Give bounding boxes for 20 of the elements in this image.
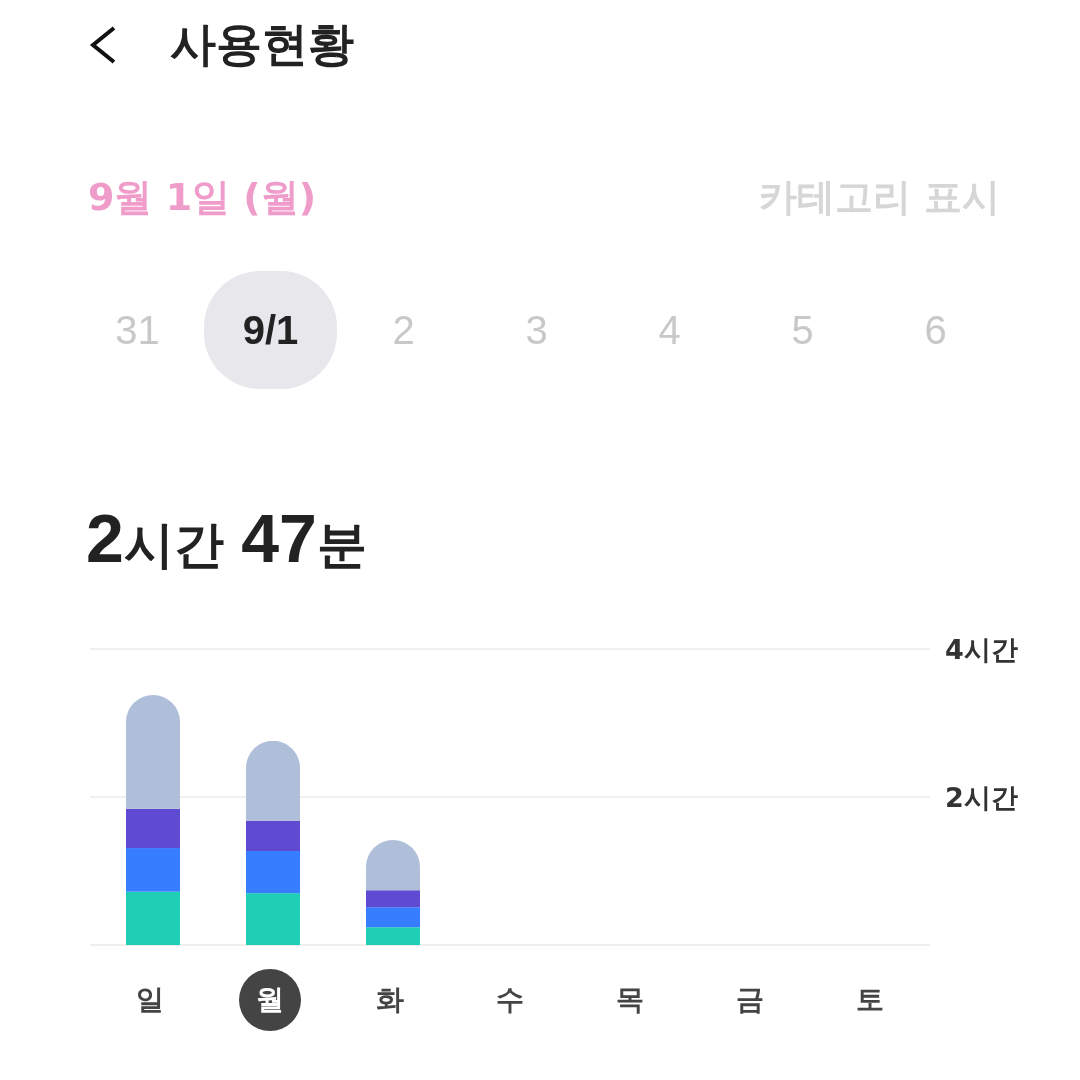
date-tab[interactable]: 9/1 [204,271,337,389]
axis-tick-label: 2시간 [945,782,1018,813]
selected-date: 9월 1일 (월) [88,174,317,221]
bar-segment [126,891,180,945]
day-label[interactable]: 목 [599,969,661,1031]
day-label[interactable]: 월 [239,969,301,1031]
day-label[interactable]: 금 [719,969,781,1031]
bar-segment [246,851,300,894]
back-icon[interactable] [88,25,118,65]
page-title: 사용현황 [170,16,354,73]
day-label[interactable]: 수 [479,969,541,1031]
bar-segment [366,927,420,945]
bar-segment [366,907,420,928]
axis-tick-label: 4시간 [945,634,1018,665]
bar-segment [126,848,180,892]
day-label[interactable]: 일 [119,969,181,1031]
bar-segment [246,893,300,945]
day-label[interactable]: 화 [359,969,421,1031]
total-usage-time: 2시간 47분 [86,499,368,578]
day-label[interactable]: 토 [839,969,901,1031]
